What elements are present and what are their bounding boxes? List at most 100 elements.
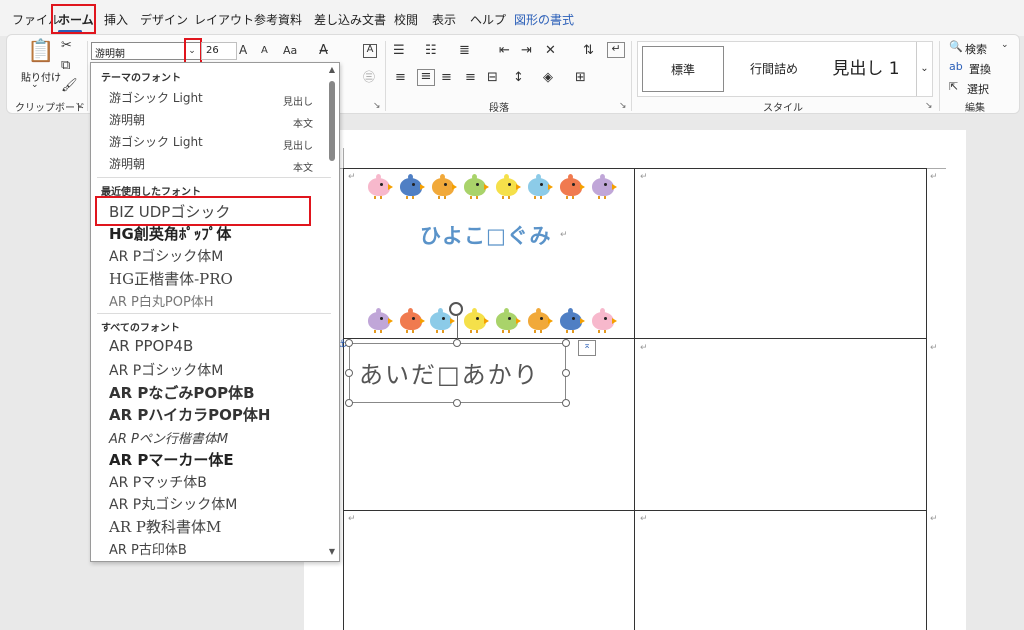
line-spacing-icon[interactable]: ↕ [513, 71, 524, 84]
font-option[interactable]: AR P白丸POP体H [109, 291, 214, 310]
ribbon-tab-bar: ファイル ホーム 挿入 デザイン レイアウト 参考資料 差し込み文書 校閲 表示… [0, 0, 1024, 36]
font-option[interactable]: AR PPOP4B [109, 337, 193, 355]
paragraph-mark-icon: ↵ [930, 343, 938, 353]
font-option[interactable]: HG正楷書体-PRO [109, 268, 233, 289]
paragraph-launcher-icon[interactable]: ↘ [619, 101, 627, 111]
tab-review[interactable]: 校閲 [394, 11, 418, 28]
tab-references[interactable]: 参考資料 [254, 11, 302, 28]
select-button[interactable]: 選択 [967, 81, 989, 97]
tab-shape-format[interactable]: 図形の書式 [514, 11, 574, 28]
font-option[interactable]: HG創英角ﾎﾟｯﾌﾟ体 [109, 223, 231, 244]
search-icon[interactable]: 🔍 [949, 41, 963, 52]
tab-insert[interactable]: 挿入 [104, 11, 128, 28]
paragraph-mark-icon: ↵ [348, 172, 356, 182]
tab-view[interactable]: 表示 [432, 11, 456, 28]
font-option[interactable]: AR P古印体B [109, 539, 187, 558]
font-option[interactable]: AR Pマーカー体E [109, 449, 234, 470]
font-option[interactable]: AR Pゴシック体M [109, 246, 223, 266]
justify-icon[interactable]: ≡ [465, 71, 476, 84]
scroll-up-icon[interactable]: ▲ [327, 65, 337, 74]
chick-illustration-icon [462, 174, 489, 199]
rotate-handle-icon[interactable] [449, 302, 463, 316]
paste-button-label[interactable]: 貼り付け [21, 69, 61, 84]
style-no-spacing[interactable]: 行間詰め [732, 46, 816, 92]
shading-icon[interactable]: ◈ [543, 71, 553, 84]
select-cursor-icon[interactable]: ⇱ [949, 81, 958, 92]
font-size-input[interactable]: 26 [201, 42, 237, 60]
sort-icon[interactable]: ⇅ [583, 44, 594, 57]
name-text[interactable]: あいだ□あかり [359, 355, 540, 390]
change-case-icon[interactable]: Aa [283, 45, 297, 56]
tab-mailings[interactable]: 差し込み文書 [314, 11, 386, 28]
font-option[interactable]: AR P教科書体M [109, 516, 221, 537]
align-right-icon[interactable]: ≡ [441, 71, 452, 84]
resize-handle[interactable] [345, 369, 353, 377]
chevron-down-icon[interactable]: ⌄ [31, 81, 39, 90]
tab-design[interactable]: デザイン [140, 11, 188, 28]
format-painter-icon[interactable]: 🖌 [61, 79, 78, 92]
borders-icon[interactable]: ⊞ [575, 71, 586, 84]
styles-group-label: スタイル [763, 103, 803, 114]
cut-icon[interactable]: ✂ [61, 39, 72, 52]
replace-icon[interactable]: ab [949, 61, 963, 72]
clipboard-launcher-icon[interactable]: ↘ [75, 101, 83, 111]
chick-illustration-icon [494, 174, 521, 199]
character-border-icon[interactable]: A [363, 44, 377, 58]
font-option[interactable]: AR Pペン行楷書体M [109, 428, 228, 447]
resize-handle[interactable] [562, 339, 570, 347]
align-left-icon[interactable]: ≡ [395, 71, 406, 84]
font-option[interactable]: 游ゴシック Light [109, 89, 203, 106]
decrease-indent-icon[interactable]: ⇤ [499, 44, 510, 57]
scroll-thumb[interactable] [329, 81, 335, 161]
replace-button[interactable]: 置換 [969, 61, 991, 77]
chevron-down-icon[interactable]: ⌄ [1001, 41, 1009, 50]
class-name-title[interactable]: ひよこ□ぐみ [420, 220, 551, 250]
styles-more-icon[interactable]: ⌄ [916, 42, 932, 96]
grow-font-icon[interactable]: A [239, 44, 247, 56]
font-option[interactable]: 游ゴシック Light [109, 133, 203, 150]
paragraph-mark-icon: ↵ [930, 172, 938, 182]
multilevel-list-icon[interactable]: ≣ [459, 44, 470, 57]
copy-icon[interactable]: ⧉ [61, 59, 70, 72]
dropdown-scrollbar[interactable]: ▲ ▼ [327, 65, 337, 559]
find-button[interactable]: 検索 [965, 41, 987, 57]
font-launcher-icon[interactable]: ↘ [373, 101, 381, 111]
font-option[interactable]: AR Pゴシック体M [109, 360, 223, 380]
resize-handle[interactable] [562, 399, 570, 407]
crop-mark [926, 168, 946, 169]
bullets-icon[interactable]: ☰ [393, 44, 405, 57]
chick-illustration-icon [398, 174, 425, 199]
resize-handle[interactable] [453, 339, 461, 347]
font-option[interactable]: AR P丸ゴシック体M [109, 494, 237, 514]
resize-handle[interactable] [562, 369, 570, 377]
align-center-icon[interactable]: ≡ [417, 69, 435, 86]
shrink-font-icon[interactable]: A [261, 46, 268, 56]
chick-illustration-icon [590, 174, 617, 199]
clear-formatting-icon[interactable]: A̶ [319, 44, 328, 57]
styles-launcher-icon[interactable]: ↘ [925, 101, 933, 111]
scroll-down-icon[interactable]: ▼ [327, 547, 337, 556]
increase-indent-icon[interactable]: ⇥ [521, 44, 532, 57]
tab-layout[interactable]: レイアウト [194, 11, 254, 28]
dropdown-divider [97, 177, 331, 178]
numbering-icon[interactable]: ☷ [425, 44, 437, 57]
enclose-characters-icon[interactable]: ㊂ [363, 71, 375, 83]
layout-options-icon[interactable]: ⌅ [578, 340, 596, 356]
tab-help[interactable]: ヘルプ [470, 11, 506, 28]
style-heading-1[interactable]: 見出し 1 [818, 46, 914, 92]
font-option[interactable]: 游明朝 [109, 155, 145, 172]
font-option[interactable]: 游明朝 [109, 111, 145, 128]
style-normal[interactable]: 標準 [642, 46, 724, 92]
paste-icon[interactable]: 📋 [27, 41, 54, 63]
chick-illustration-icon [366, 308, 393, 333]
paragraph-mark-icon: ↵ [560, 230, 568, 240]
show-marks-icon[interactable]: ↵ [607, 42, 625, 58]
font-option[interactable]: AR Pマッチ体B [109, 472, 207, 492]
resize-handle[interactable] [453, 399, 461, 407]
distribute-icon[interactable]: ⊟ [487, 71, 498, 84]
font-option[interactable]: AR PハイカラPOP体H [109, 404, 270, 425]
font-option[interactable]: AR PなごみPOP体B [109, 382, 255, 403]
font-option-tag: 本文 [293, 119, 313, 130]
resize-handle[interactable] [345, 399, 353, 407]
asian-layout-icon[interactable]: ✕ [545, 44, 556, 57]
